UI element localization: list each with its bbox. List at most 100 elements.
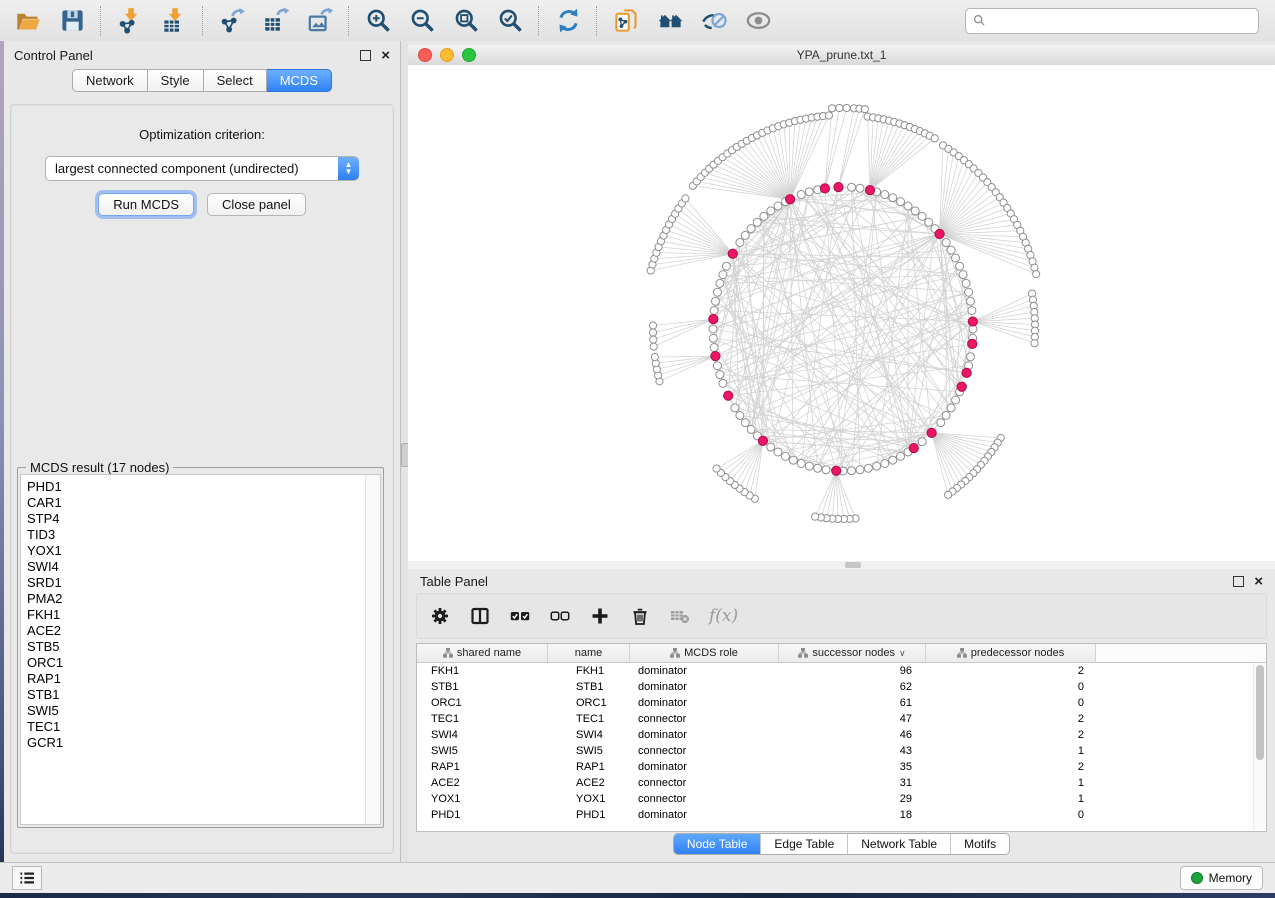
graph-node[interactable] — [741, 231, 749, 239]
table-row[interactable]: SWI5SWI5connector431 — [417, 743, 1266, 759]
table-row[interactable]: FKH1FKH1dominator962 — [417, 663, 1266, 679]
graph-node[interactable] — [967, 353, 975, 361]
import-network-button[interactable] — [115, 6, 145, 36]
graph-node[interactable] — [945, 491, 952, 498]
graph-node[interactable] — [836, 104, 843, 111]
graph-node[interactable] — [789, 456, 797, 464]
result-node-item[interactable]: SWI5 — [27, 703, 380, 719]
graph-node[interactable] — [713, 465, 720, 472]
graph-node[interactable] — [881, 191, 889, 199]
graph-node[interactable] — [760, 212, 768, 220]
graph-node[interactable] — [968, 306, 976, 314]
graph-node[interactable] — [649, 322, 656, 329]
table-options-button[interactable] — [429, 605, 451, 627]
graph-node[interactable] — [716, 371, 724, 379]
graph-node[interactable] — [873, 462, 881, 470]
graph-mcds-node[interactable] — [724, 391, 733, 400]
horizontal-splitter[interactable] — [408, 561, 1275, 569]
table-row[interactable]: SWI4SWI4dominator462 — [417, 727, 1266, 743]
result-node-item[interactable]: PMA2 — [27, 591, 380, 607]
graph-node[interactable] — [896, 452, 904, 460]
graph-mcds-node[interactable] — [909, 443, 918, 452]
graph-mcds-node[interactable] — [786, 195, 795, 204]
graph-node[interactable] — [782, 452, 790, 460]
graph-node[interactable] — [731, 404, 739, 412]
column-header-shared-name[interactable]: shared name — [417, 644, 548, 662]
graph-node[interactable] — [856, 184, 864, 192]
horizontal-splitter-handle[interactable] — [845, 562, 861, 568]
search-box[interactable] — [965, 8, 1259, 34]
table-row[interactable]: RAP1RAP1dominator352 — [417, 759, 1266, 775]
open-file-button[interactable] — [13, 6, 43, 36]
table-row[interactable]: TEC1TEC1connector472 — [417, 711, 1266, 727]
tab-edge-table[interactable]: Edge Table — [760, 834, 847, 854]
result-node-item[interactable]: RAP1 — [27, 671, 380, 687]
close-panel-button[interactable]: Close panel — [207, 193, 306, 216]
graph-node[interactable] — [959, 271, 967, 279]
graph-mcds-node[interactable] — [935, 229, 944, 238]
graph-node[interactable] — [931, 135, 938, 142]
table-row[interactable]: PHD1PHD1dominator180 — [417, 807, 1266, 823]
graph-node[interactable] — [1031, 340, 1038, 347]
table-row[interactable]: ACE2ACE2connector311 — [417, 775, 1266, 791]
mcds-result-list[interactable]: PHD1CAR1STP4TID3YOX1SWI4SRD1PMA2FKH1ACE2… — [20, 474, 381, 825]
graph-node[interactable] — [848, 467, 856, 475]
graph-node[interactable] — [962, 279, 970, 287]
graph-node[interactable] — [709, 334, 717, 342]
graph-node[interactable] — [856, 466, 864, 474]
refresh-button[interactable] — [553, 6, 583, 36]
graph-node[interactable] — [805, 188, 813, 196]
select-all-button[interactable] — [509, 605, 531, 627]
result-node-item[interactable]: FKH1 — [27, 607, 380, 623]
graph-mcds-node[interactable] — [927, 428, 936, 437]
graph-node[interactable] — [747, 425, 755, 433]
graph-node[interactable] — [767, 443, 775, 451]
table-scrollbar[interactable] — [1253, 663, 1265, 830]
float-table-panel-icon[interactable] — [1233, 576, 1244, 587]
table-row[interactable]: STB1STB1dominator620 — [417, 679, 1266, 695]
graph-node[interactable] — [713, 362, 721, 370]
graph-node[interactable] — [649, 329, 656, 336]
search-input[interactable] — [991, 13, 1251, 29]
graph-node[interactable] — [1033, 271, 1040, 278]
graph-node[interactable] — [848, 183, 856, 191]
graph-node[interactable] — [967, 297, 975, 305]
graph-node[interactable] — [736, 411, 744, 419]
graph-node[interactable] — [918, 438, 926, 446]
graph-mcds-node[interactable] — [820, 184, 829, 193]
graph-node[interactable] — [651, 354, 658, 361]
result-node-item[interactable]: SWI4 — [27, 559, 380, 575]
graph-node[interactable] — [843, 104, 850, 111]
tab-mcds[interactable]: MCDS — [267, 69, 332, 92]
graph-mcds-node[interactable] — [834, 182, 843, 191]
result-node-item[interactable]: GCR1 — [27, 735, 380, 751]
save-session-button[interactable] — [57, 6, 87, 36]
graph-mcds-node[interactable] — [968, 339, 977, 348]
graph-node[interactable] — [952, 396, 960, 404]
result-node-item[interactable]: SRD1 — [27, 575, 380, 591]
graph-node[interactable] — [889, 456, 897, 464]
result-node-item[interactable]: STP4 — [27, 511, 380, 527]
table-row[interactable]: ORC1ORC1dominator610 — [417, 695, 1266, 711]
result-node-item[interactable]: CAR1 — [27, 495, 380, 511]
clone-network-button[interactable] — [611, 6, 641, 36]
graph-mcds-node[interactable] — [832, 466, 841, 475]
dropdown-stepper-icon[interactable]: ▲▼ — [338, 157, 359, 180]
graph-node[interactable] — [864, 464, 872, 472]
graph-node[interactable] — [904, 202, 912, 210]
result-node-item[interactable]: STB5 — [27, 639, 380, 655]
graph-node[interactable] — [736, 239, 744, 247]
graph-node[interactable] — [716, 279, 724, 287]
result-node-item[interactable]: TID3 — [27, 527, 380, 543]
graph-node[interactable] — [650, 336, 657, 343]
result-node-item[interactable]: ACE2 — [27, 623, 380, 639]
tab-motifs[interactable]: Motifs — [950, 834, 1009, 854]
column-header-successor-nodes[interactable]: successor nodes∨ — [779, 644, 926, 662]
graph-node[interactable] — [710, 306, 718, 314]
show-columns-button[interactable] — [469, 605, 491, 627]
graph-node[interactable] — [682, 195, 689, 202]
run-mcds-button[interactable]: Run MCDS — [98, 193, 194, 216]
result-list-scrollbar[interactable] — [365, 475, 380, 824]
float-panel-icon[interactable] — [360, 50, 371, 61]
result-node-item[interactable]: STB1 — [27, 687, 380, 703]
